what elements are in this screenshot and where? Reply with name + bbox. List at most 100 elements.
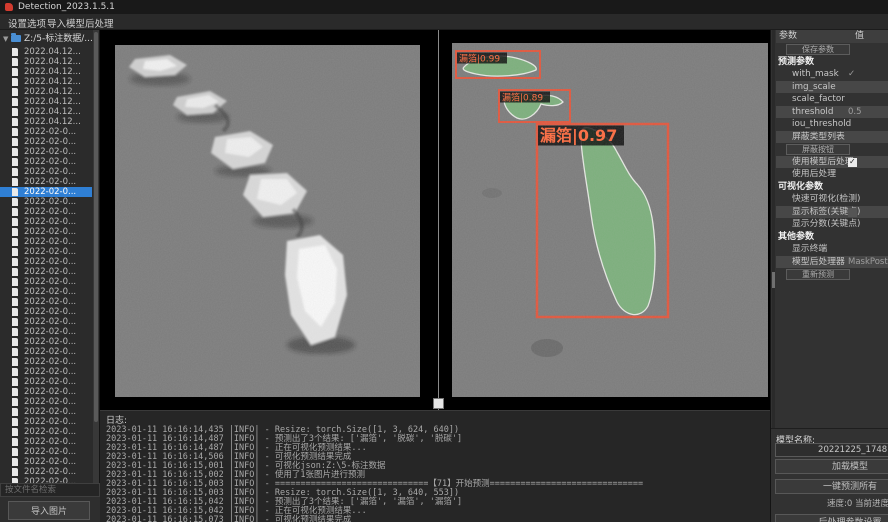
tree-item[interactable]: 2022-02-0... xyxy=(0,177,92,187)
param-row[interactable]: img_scale xyxy=(776,81,888,94)
menu-bar: 设置选项 导入模型后处理 xyxy=(0,14,888,30)
tree-item[interactable]: 2022.04.12... xyxy=(0,57,92,67)
file-icon xyxy=(12,448,18,456)
tree-item[interactable]: 2022-02-0... xyxy=(0,237,92,247)
tree-item-label: 2022-02-0... xyxy=(24,267,76,277)
tree-item[interactable]: 2022.04.12... xyxy=(0,67,92,77)
params-scrollbar-thumb[interactable] xyxy=(772,272,775,288)
tree-item[interactable]: 2022-02-0... xyxy=(0,467,92,477)
param-row[interactable]: 预测参数 xyxy=(776,56,888,69)
file-icon xyxy=(12,118,18,126)
tree-item[interactable]: 2022.04.12... xyxy=(0,47,92,57)
param-row[interactable]: 模型后处理器MaskPostPro xyxy=(776,256,888,269)
param-checkbox[interactable] xyxy=(848,158,857,167)
chevron-down-icon[interactable]: ▼ xyxy=(3,33,8,45)
tree-item[interactable]: 2022-02-0... xyxy=(0,127,92,137)
log-panel: 日志: 2023-01-11 16:16:14,435 |INFO| - Res… xyxy=(100,410,770,522)
param-row[interactable]: 可视化参数 xyxy=(776,181,888,194)
tree-scrollbar-thumb[interactable] xyxy=(94,32,98,422)
tree-item[interactable]: 2022.04.12... xyxy=(0,87,92,97)
tree-item[interactable]: 2022-02-0... xyxy=(0,337,92,347)
tree-item-label: 2022-02-0... xyxy=(24,387,76,397)
tree-item[interactable]: 2022-02-0... xyxy=(0,407,92,417)
title-bar: Detection_2023.1.5.1 xyxy=(0,0,888,14)
tree-item[interactable]: 2022-02-0... xyxy=(0,187,92,197)
model-name-field[interactable]: 20221225_174813 xyxy=(775,443,888,457)
panel-splitter[interactable] xyxy=(438,30,439,410)
file-icon xyxy=(12,218,18,226)
param-row[interactable]: 显示分数(关键点) xyxy=(776,218,888,231)
param-button[interactable]: 屏蔽按钮 xyxy=(786,144,850,155)
menu-import-postprocess[interactable]: 导入模型后处理 xyxy=(47,16,114,30)
params-col-name: 参数 xyxy=(779,30,797,43)
predict-all-button[interactable]: 一键预测所有 xyxy=(775,479,888,494)
file-icon xyxy=(12,138,18,146)
prediction-image-panel[interactable]: 漏箔|0.99漏箔|0.89漏箔|0.97 xyxy=(452,43,768,397)
tree-item-label: 2022-02-0... xyxy=(24,147,76,157)
tree-item[interactable]: 2022-02-0... xyxy=(0,347,92,357)
menu-settings[interactable]: 设置选项 xyxy=(8,16,46,30)
tree-item[interactable]: 2022-02-0... xyxy=(0,267,92,277)
tree-item[interactable]: 2022-02-0... xyxy=(0,307,92,317)
tree-item[interactable]: 2022-02-0... xyxy=(0,387,92,397)
tree-item[interactable]: 2022-02-0... xyxy=(0,137,92,147)
tree-item[interactable]: 2022-02-0... xyxy=(0,217,92,227)
tree-root-folder[interactable]: ▼ Z:/5-标注数据/... xyxy=(0,33,99,45)
tree-item[interactable]: 2022-02-0... xyxy=(0,377,92,387)
splitter-handle[interactable] xyxy=(433,398,444,409)
tree-item[interactable]: 2022-02-0... xyxy=(0,457,92,467)
load-model-button[interactable]: 加载模型 xyxy=(775,459,888,474)
param-row[interactable]: 其他参数 xyxy=(776,231,888,244)
tree-item[interactable]: 2022-02-0... xyxy=(0,287,92,297)
tree-item[interactable]: 2022-02-0... xyxy=(0,297,92,307)
tree-item[interactable]: 2022-02-0... xyxy=(0,197,92,207)
param-row[interactable]: iou_threshold xyxy=(776,118,888,131)
tree-item-label: 2022-02-0... xyxy=(24,257,76,267)
tree-item[interactable]: 2022-02-0... xyxy=(0,367,92,377)
tree-item[interactable]: 2022-02-0... xyxy=(0,157,92,167)
param-button[interactable]: 保存参数 xyxy=(786,44,850,55)
param-row[interactable]: 使用模型后处理 xyxy=(776,156,888,169)
file-icon xyxy=(12,468,18,476)
tree-item[interactable]: 2022-02-0... xyxy=(0,427,92,437)
tree-item-label: 2022-02-0... xyxy=(24,307,76,317)
search-input[interactable] xyxy=(0,483,100,497)
tree-item[interactable]: 2022.04.12... xyxy=(0,97,92,107)
param-row[interactable]: 快速可视化(检测) xyxy=(776,193,888,206)
tree-item[interactable]: 2022.04.12... xyxy=(0,107,92,117)
tree-item[interactable]: 2022-02-0... xyxy=(0,317,92,327)
tree-item[interactable]: 2022-02-0... xyxy=(0,147,92,157)
tree-item[interactable]: 2022-02-0... xyxy=(0,357,92,367)
tree-item[interactable]: 2022-02-0... xyxy=(0,277,92,287)
param-checkbox[interactable] xyxy=(848,208,857,217)
tree-item[interactable]: 2022-02-0... xyxy=(0,327,92,337)
tree-item[interactable]: 2022-02-0... xyxy=(0,207,92,217)
param-button[interactable]: 重新预测 xyxy=(786,269,850,280)
file-icon xyxy=(12,248,18,256)
param-row[interactable]: 显示终端 xyxy=(776,243,888,256)
file-icon xyxy=(12,268,18,276)
tree-item[interactable]: 2022-02-0... xyxy=(0,257,92,267)
tree-item[interactable]: 2022-02-0... xyxy=(0,447,92,457)
tree-item[interactable]: 2022-02-0... xyxy=(0,247,92,257)
tree-item[interactable]: 2022.04.12... xyxy=(0,77,92,87)
param-row[interactable]: threshold0.5 xyxy=(776,106,888,119)
tree-item-label: 2022-02-0... xyxy=(24,237,76,247)
tree-item[interactable]: 2022-02-0... xyxy=(0,397,92,407)
original-image-panel[interactable] xyxy=(115,45,420,397)
param-row[interactable]: 屏蔽类型列表 xyxy=(776,131,888,144)
tree-item[interactable]: 2022.04.12... xyxy=(0,117,92,127)
tree-item[interactable]: 2022-02-0... xyxy=(0,417,92,427)
param-row[interactable]: 显示标签(关键点) xyxy=(776,206,888,219)
params-scrollbar[interactable] xyxy=(772,30,775,428)
postprocess-settings-button[interactable]: 后处理参数设置 xyxy=(775,514,888,522)
tree-item-label: 2022-02-0... xyxy=(24,187,76,197)
tree-item[interactable]: 2022-02-0... xyxy=(0,167,92,177)
param-row[interactable]: scale_factor xyxy=(776,93,888,106)
param-row[interactable]: with_mask✓ xyxy=(776,68,888,81)
param-row[interactable]: 使用后处理 xyxy=(776,168,888,181)
import-images-button[interactable]: 导入图片 xyxy=(8,501,90,520)
tree-scrollbar[interactable] xyxy=(93,30,99,483)
tree-item[interactable]: 2022-02-0... xyxy=(0,227,92,237)
tree-item[interactable]: 2022-02-0... xyxy=(0,437,92,447)
